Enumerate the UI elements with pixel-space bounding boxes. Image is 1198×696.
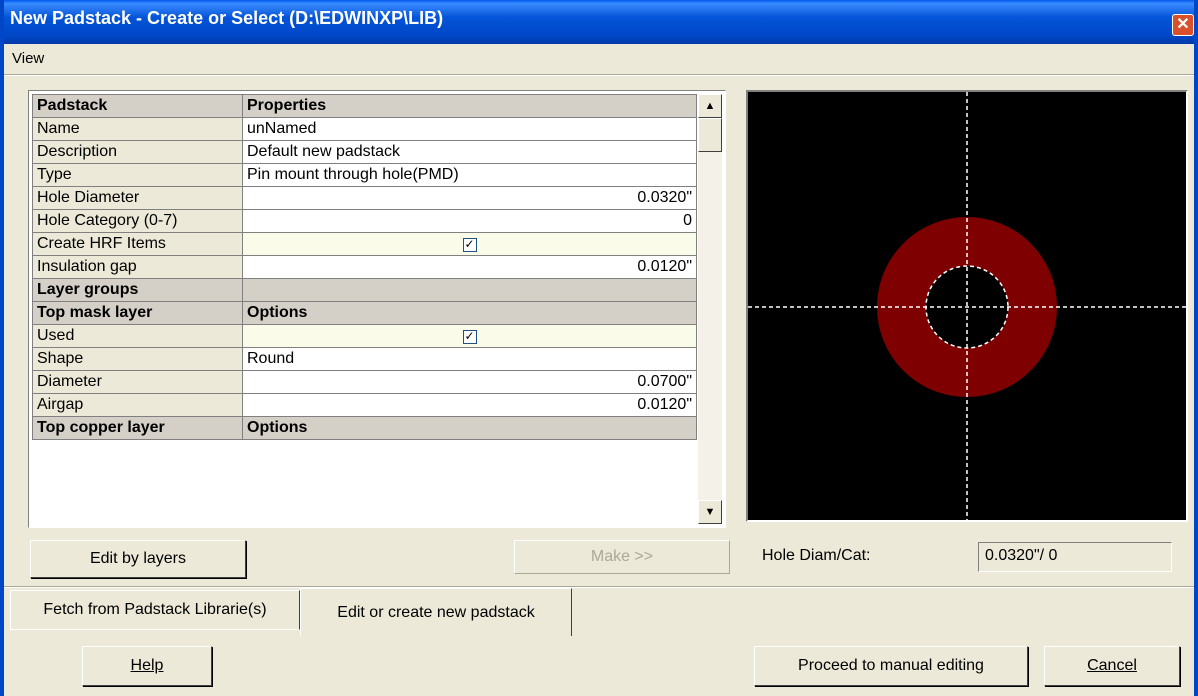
grid-row-label: Top copper layer bbox=[32, 416, 243, 440]
menu-separator bbox=[0, 74, 1198, 76]
preview-canvas bbox=[748, 92, 1186, 520]
cancel-button-label: Cancel bbox=[1087, 657, 1137, 674]
grid-row-value: Options bbox=[242, 301, 697, 325]
checkbox-icon[interactable]: ✓ bbox=[462, 330, 477, 344]
grid-row[interactable]: Insulation gap 0.0120" bbox=[32, 255, 697, 279]
tab-fetch-from-library[interactable]: Fetch from Padstack Librarie(s) bbox=[10, 590, 300, 630]
close-icon[interactable]: ✕ bbox=[1172, 14, 1194, 36]
grid-row-value[interactable]: 0.0700" bbox=[242, 370, 697, 394]
padstack-dialog: New Padstack - Create or Select (D:\EDWI… bbox=[0, 0, 1198, 696]
edit-by-layers-button[interactable]: Edit by layers bbox=[30, 540, 246, 578]
window-border-left bbox=[0, 0, 4, 696]
grid-row-label: Description bbox=[32, 140, 243, 164]
grid-row[interactable]: Shape Round bbox=[32, 347, 697, 371]
grid-row-value[interactable]: 0.0320" bbox=[242, 186, 697, 210]
grid-row-value[interactable]: Pin mount through hole(PMD) bbox=[242, 163, 697, 187]
grid-row[interactable]: Layer groups bbox=[32, 278, 697, 302]
grid-row-checkbox-cell[interactable]: ✓ bbox=[242, 324, 697, 348]
tab-separator bbox=[0, 586, 1198, 588]
grid-row-value: Options bbox=[242, 416, 697, 440]
grid-row[interactable]: Top mask layer Options bbox=[32, 301, 697, 325]
proceed-manual-editing-button[interactable]: Proceed to manual editing bbox=[754, 646, 1028, 686]
grid-row[interactable]: Description Default new padstack bbox=[32, 140, 697, 164]
cancel-button[interactable]: Cancel bbox=[1044, 646, 1180, 686]
grid-row-value[interactable]: Default new padstack bbox=[242, 140, 697, 164]
menu-bar: View bbox=[0, 44, 1198, 74]
help-button-label: Help bbox=[130, 657, 164, 674]
checkbox-icon[interactable]: ✓ bbox=[462, 238, 477, 252]
grid-row-value bbox=[242, 278, 697, 302]
grid-row-value[interactable]: 0.0120" bbox=[242, 255, 697, 279]
scroll-up-icon[interactable]: ▲ bbox=[698, 94, 722, 118]
grid-row[interactable]: Top copper layer Options bbox=[32, 416, 697, 440]
grid-row[interactable]: Type Pin mount through hole(PMD) bbox=[32, 163, 697, 187]
tab-edit-create-padstack[interactable]: Edit or create new padstack bbox=[300, 588, 572, 636]
grid-row-checkbox-cell[interactable]: ✓ bbox=[242, 232, 697, 256]
grid-row[interactable]: Used ✓ bbox=[32, 324, 697, 348]
grid-row-value[interactable]: 0 bbox=[242, 209, 697, 233]
grid-row-label: Used bbox=[32, 324, 243, 348]
window-border-right bbox=[1194, 0, 1198, 696]
grid-row-value[interactable]: Round bbox=[242, 347, 697, 371]
make-button[interactable]: Make >> bbox=[514, 540, 730, 574]
grid-scrollbar[interactable]: ▲ ▼ bbox=[698, 94, 722, 524]
grid-row-label: Hole Diameter bbox=[32, 186, 243, 210]
grid-row[interactable]: Create HRF Items ✓ bbox=[32, 232, 697, 256]
grid-row[interactable]: Hole Category (0-7) 0 bbox=[32, 209, 697, 233]
grid-row-label: Top mask layer bbox=[32, 301, 243, 325]
grid-row[interactable]: Airgap 0.0120" bbox=[32, 393, 697, 417]
hole-diam-cat-label: Hole Diam/Cat: bbox=[762, 547, 871, 564]
grid-row-label: Type bbox=[32, 163, 243, 187]
grid-row-value: Properties bbox=[242, 94, 697, 118]
grid-row[interactable]: Diameter 0.0700" bbox=[32, 370, 697, 394]
help-button[interactable]: Help bbox=[82, 646, 212, 686]
grid-row-label: Shape bbox=[32, 347, 243, 371]
grid-row-label: Layer groups bbox=[32, 278, 243, 302]
menu-view[interactable]: View bbox=[12, 50, 44, 67]
grid-row[interactable]: Padstack Properties bbox=[32, 94, 697, 118]
grid-row-label: Hole Category (0-7) bbox=[32, 209, 243, 233]
scroll-down-icon[interactable]: ▼ bbox=[698, 500, 722, 524]
property-grid: Padstack Properties Name unNamed Description… bbox=[32, 94, 697, 440]
hole-diam-cat-field: 0.0320"/ 0 bbox=[978, 542, 1172, 572]
grid-row[interactable]: Hole Diameter 0.0320" bbox=[32, 186, 697, 210]
grid-row-label: Create HRF Items bbox=[32, 232, 243, 256]
grid-row-label: Insulation gap bbox=[32, 255, 243, 279]
grid-row-label: Padstack bbox=[32, 94, 243, 118]
grid-row-value[interactable]: 0.0120" bbox=[242, 393, 697, 417]
grid-row[interactable]: Name unNamed bbox=[32, 117, 697, 141]
padstack-preview bbox=[746, 90, 1188, 522]
grid-row-label: Name bbox=[32, 117, 243, 141]
scroll-thumb[interactable] bbox=[698, 118, 722, 152]
grid-row-value[interactable]: unNamed bbox=[242, 117, 697, 141]
window-title: New Padstack - Create or Select (D:\EDWI… bbox=[10, 8, 444, 28]
grid-row-label: Airgap bbox=[32, 393, 243, 417]
grid-row-label: Diameter bbox=[32, 370, 243, 394]
title-bar[interactable]: New Padstack - Create or Select (D:\EDWI… bbox=[0, 0, 1198, 44]
